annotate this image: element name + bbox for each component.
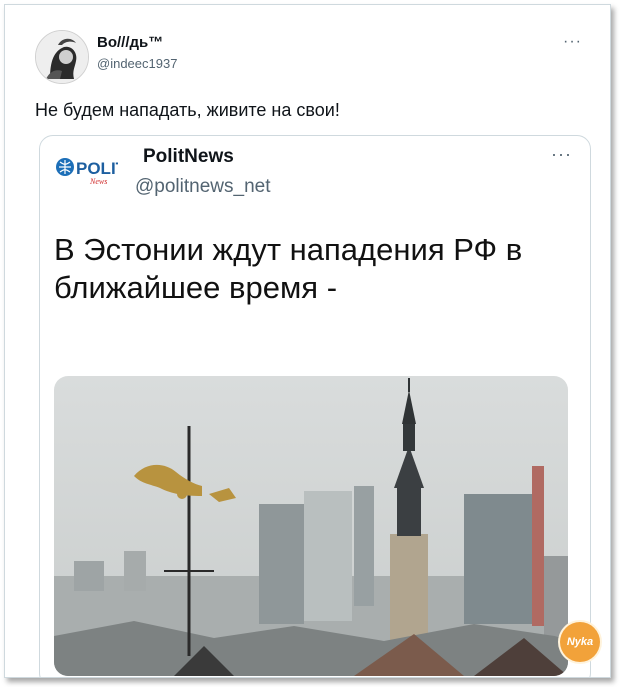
city-skyline-photo[interactable] <box>54 376 568 676</box>
tweet-text: Не будем нападать, живите на свои! <box>35 100 340 120</box>
author-avatar[interactable] <box>35 30 89 84</box>
author-handle[interactable]: @indeec1937 <box>97 56 177 71</box>
author-name[interactable]: Во///дь™ <box>97 34 163 51</box>
politnews-logo: POLIT News <box>54 152 127 188</box>
tweet-card: Во///дь™ @indeec1937 ··· Не будем напада… <box>4 4 611 678</box>
quoted-author-handle[interactable]: @politnews_net <box>135 176 270 198</box>
quoted-author-name[interactable]: PolitNews <box>143 146 234 168</box>
more-horizontal-icon[interactable]: ··· <box>563 33 582 51</box>
quoted-headline: В Эстонии ждут нападения РФ в ближайшее … <box>54 232 523 305</box>
quoted-tweet[interactable]: POLIT News PolitNews @politnews_net ··· … <box>39 135 591 677</box>
quoted-more-horizontal-icon[interactable]: ··· <box>551 144 572 165</box>
watermark-badge: Nyka <box>560 622 600 662</box>
logo-subtext: News <box>89 177 107 186</box>
logo-text: POLIT <box>76 159 118 178</box>
